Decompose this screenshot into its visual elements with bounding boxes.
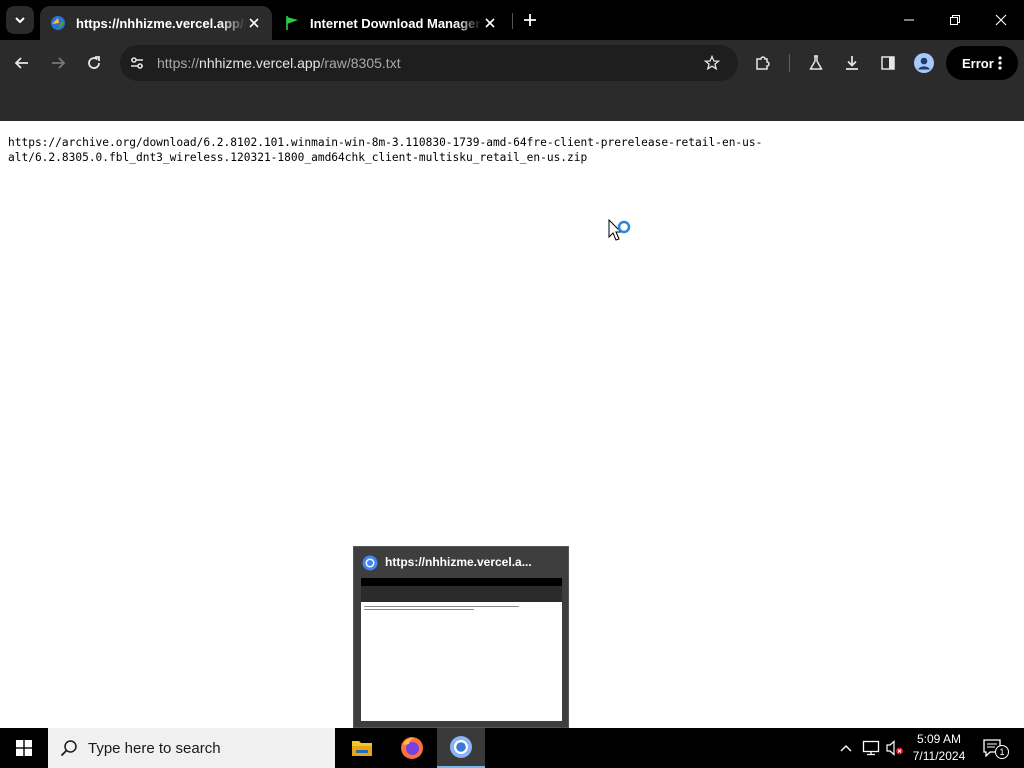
tab-title: Internet Download Manager is not respond…: [310, 15, 482, 31]
profile-error-button[interactable]: Error: [946, 46, 1018, 80]
arrow-right-icon: [52, 57, 66, 69]
preview-tabstrip: [361, 578, 562, 586]
windows-logo-icon: [16, 740, 32, 756]
tab-inactive[interactable]: Internet Download Manager is not respond…: [274, 6, 508, 40]
site-settings-icon[interactable]: [129, 55, 145, 71]
avatar-icon: [914, 53, 934, 73]
taskbar-file-explorer[interactable]: [338, 728, 386, 768]
raw-text-line: alt/6.2.8305.0.fbl_dnt3_wireless.120321-…: [8, 151, 588, 164]
tab-active[interactable]: https://nhhizme.vercel.app/raw/8305.txt: [40, 6, 272, 40]
folder-icon: [352, 741, 372, 756]
profile-button[interactable]: [908, 47, 940, 79]
downloads-button[interactable]: [836, 47, 868, 79]
clock-time: 5:09 AM: [916, 732, 962, 746]
toolbar-separator: [789, 54, 790, 72]
puzzle-icon: [756, 56, 770, 70]
taskbar-chrome[interactable]: [437, 728, 485, 768]
close-window-button[interactable]: [978, 0, 1024, 40]
minimize-icon: [904, 19, 914, 21]
taskbar: Type here to search 5:09 AM 7/11/2024 1: [0, 728, 1024, 768]
chevron-up-icon: [840, 745, 852, 752]
arrow-left-icon: [14, 57, 28, 69]
start-button[interactable]: [0, 728, 48, 768]
firefox-icon: [401, 737, 423, 759]
taskbar-firefox[interactable]: [388, 728, 436, 768]
site-favicon-icon: [51, 16, 65, 30]
forward-button[interactable]: [42, 47, 74, 79]
preview-bookmarks: [361, 595, 562, 602]
search-icon: [60, 740, 77, 757]
url-host: nhhizme.vercel.app: [199, 55, 321, 71]
chrome-icon: [450, 736, 472, 758]
more-vertical-icon: [998, 56, 1002, 70]
volume-button[interactable]: [884, 728, 906, 768]
side-panel-button[interactable]: [872, 47, 904, 79]
back-button[interactable]: [6, 47, 38, 79]
notifications-button[interactable]: 1: [978, 728, 1009, 768]
preview-toolbar: [361, 586, 562, 595]
tab-strip: https://nhhizme.vercel.app/raw/8305.txt …: [0, 0, 1024, 40]
taskbar-search-box[interactable]: Type here to search: [48, 728, 335, 768]
star-icon[interactable]: [704, 55, 720, 71]
labs-button[interactable]: [800, 47, 832, 79]
raw-text: https://archive.org/download/6.2.8102.10…: [8, 135, 1008, 165]
raw-text-line: https://archive.org/download/6.2.8102.10…: [8, 136, 763, 149]
show-hidden-icons-button[interactable]: [836, 728, 856, 768]
close-icon: [995, 14, 1007, 26]
taskbar-preview[interactable]: https://nhhizme.vercel.a...: [353, 546, 569, 728]
chevron-down-icon: [15, 17, 25, 24]
preview-text-line: [364, 606, 519, 607]
preview-text-line: [364, 609, 474, 610]
tab-search-button[interactable]: [6, 6, 34, 34]
address-url[interactable]: https://nhhizme.vercel.app/raw/8305.txt: [157, 55, 401, 71]
extensions-button[interactable]: [747, 47, 779, 79]
notification-count: 1: [995, 745, 1009, 759]
url-path: /raw/8305.txt: [320, 55, 401, 71]
clock-date: 7/11/2024: [912, 749, 966, 763]
taskbar-search-placeholder: Type here to search: [88, 739, 221, 757]
url-scheme: https://: [157, 55, 200, 71]
new-tab-button[interactable]: [518, 8, 542, 32]
volume-muted-icon: [886, 740, 903, 756]
network-icon: [862, 740, 880, 756]
side-panel-icon: [881, 56, 895, 70]
green-flag-icon: [286, 16, 298, 30]
chrome-icon: [362, 555, 378, 571]
flask-icon: [809, 55, 823, 70]
network-button[interactable]: [860, 728, 882, 768]
tab-close-icon[interactable]: [246, 15, 262, 31]
bookmarks-bar: [0, 86, 1024, 121]
address-bar[interactable]: https://nhhizme.vercel.app/raw/8305.txt: [120, 45, 738, 81]
tab-title: https://nhhizme.vercel.app/raw/8305.txt: [76, 15, 246, 31]
busy-cursor-icon: [608, 219, 631, 241]
tab-divider: [512, 13, 513, 29]
restore-button[interactable]: [932, 0, 978, 40]
reload-button[interactable]: [78, 47, 110, 79]
profile-error-label: Error: [962, 55, 994, 71]
browser-toolbar: https://nhhizme.vercel.app/raw/8305.txt …: [0, 40, 1024, 86]
minimize-button[interactable]: [886, 0, 932, 40]
taskbar-preview-title: https://nhhizme.vercel.a...: [385, 555, 532, 569]
restore-icon: [950, 15, 960, 25]
tab-close-icon[interactable]: [482, 15, 498, 31]
plus-icon: [524, 14, 536, 26]
reload-icon: [88, 56, 100, 69]
taskbar-preview-image: [361, 578, 562, 721]
download-icon: [846, 56, 858, 70]
system-clock[interactable]: 5:09 AM 7/11/2024: [906, 731, 972, 765]
